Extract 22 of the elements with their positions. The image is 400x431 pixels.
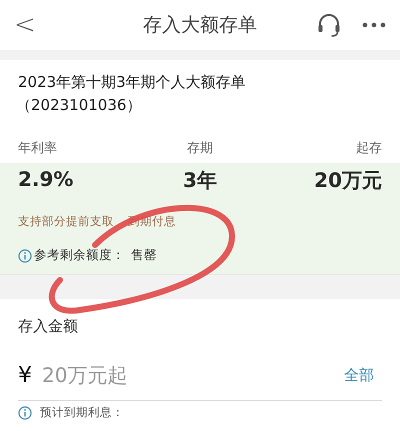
all-link[interactable]: 全部 bbox=[344, 366, 374, 384]
window-title: 存入大额存单 bbox=[143, 13, 257, 38]
product-title: 2023年第十期3年期个人大额存单 bbox=[18, 73, 247, 92]
more-icon[interactable] bbox=[362, 22, 386, 28]
amount-field[interactable]: 20万元起 bbox=[42, 363, 344, 387]
interest-note: 预计到期利息： bbox=[40, 405, 124, 420]
term-value: 2.9% bbox=[18, 167, 74, 193]
term-value: 20万元 bbox=[313, 167, 382, 194]
back-button[interactable]: < bbox=[14, 10, 36, 40]
feature-tag: 支持部分提前支取 bbox=[18, 214, 114, 229]
quota-label: 参考剩余额度： bbox=[34, 247, 125, 264]
amount-label: 存入金额 bbox=[18, 317, 79, 336]
term-value: 3年 bbox=[182, 167, 218, 194]
product-code: （2023101036） bbox=[16, 96, 142, 115]
info-icon bbox=[18, 406, 32, 420]
info-icon bbox=[18, 248, 32, 262]
term-label: 起存 bbox=[355, 140, 382, 157]
term-label: 存期 bbox=[186, 140, 214, 157]
term-label: 年利率 bbox=[18, 140, 58, 157]
quota-value: 售罄 bbox=[131, 247, 157, 264]
headset-icon[interactable] bbox=[316, 12, 342, 38]
currency-symbol: ¥ bbox=[18, 362, 32, 388]
